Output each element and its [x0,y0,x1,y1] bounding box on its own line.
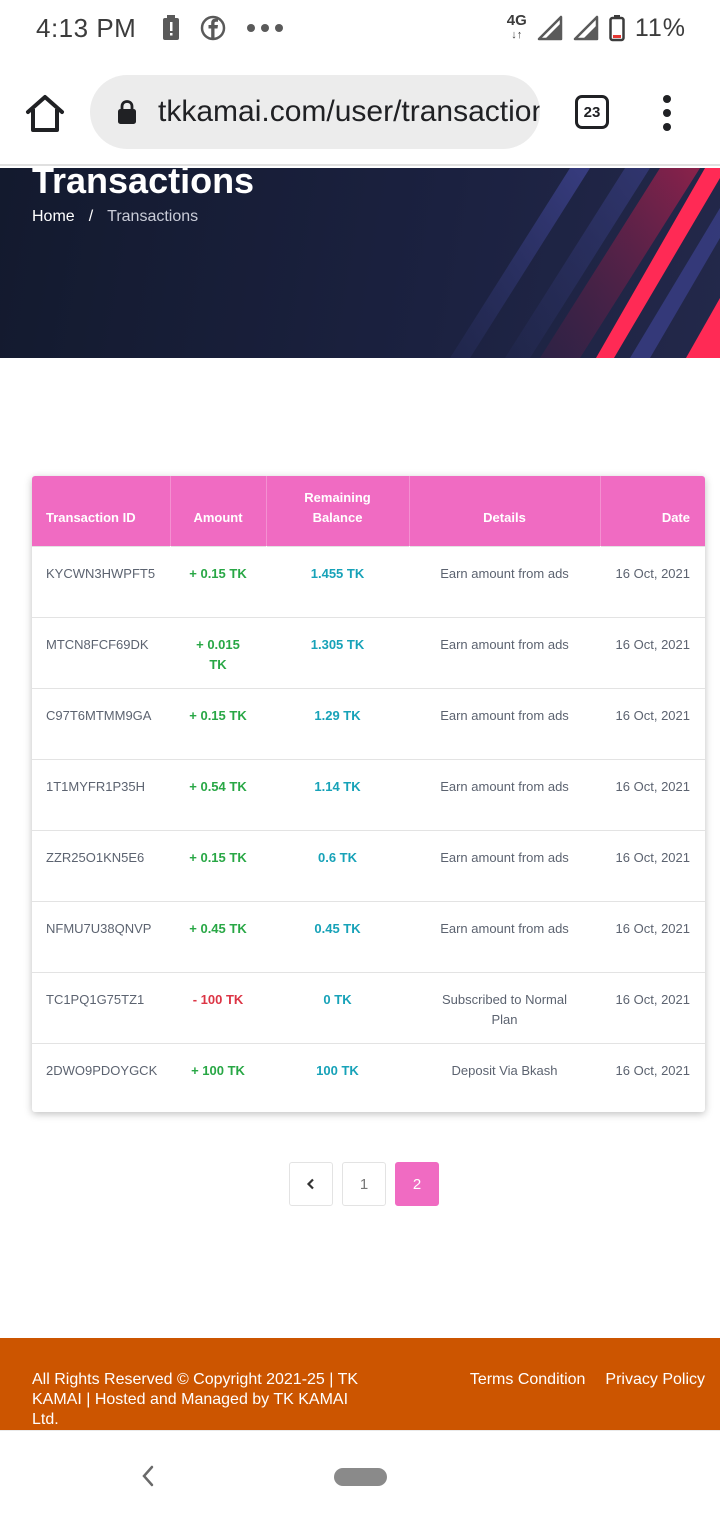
tab-count: 23 [583,103,601,121]
data-arrows-icon: ↓↑ [511,29,523,41]
battery-alert-icon [163,15,180,40]
pagination: 1 2 [289,1162,439,1206]
cell-transaction-id: TC1PQ1G75TZ1 [32,971,170,1043]
facebook-icon [201,15,226,41]
cell-date: 16 Oct, 2021 [600,829,705,901]
cell-details: Earn amount from ads [409,900,600,972]
cell-details: Subscribed to Normal Plan [409,971,600,1043]
home-gesture-pill[interactable] [334,1468,387,1486]
cell-date: 16 Oct, 2021 [600,545,705,617]
cell-details: Earn amount from ads [409,687,600,759]
header-remaining-balance: Remaining Balance [266,476,410,546]
transactions-table: Transaction ID Amount Remaining Balance … [32,476,705,1112]
breadcrumb: Home / Transactions [32,208,198,226]
header-details: Details [409,476,601,546]
cell-balance: 100 TK [266,1042,409,1112]
table-row: 1T1MYFR1P35H + 0.54 TK 1.14 TK Earn amou… [32,758,705,830]
cell-transaction-id: ZZR25O1KN5E6 [32,829,170,901]
breadcrumb-home-link[interactable]: Home [32,208,75,226]
cell-date: 16 Oct, 2021 [600,687,705,759]
cell-balance: 0.45 TK [266,900,409,972]
status-system-icons: 4G ↓↑ 11% [507,0,686,56]
url-text: tkkamai.com/user/transactions [158,95,540,128]
table-body: KYCWN3HWPFT5 + 0.15 TK 1.455 TK Earn amo… [32,545,705,1112]
pagination-page-2[interactable]: 2 [395,1162,439,1206]
cell-balance: 0.6 TK [266,829,409,901]
lock-icon [118,100,136,124]
cell-transaction-id: MTCN8FCF69DK [32,616,170,688]
table-row: KYCWN3HWPFT5 + 0.15 TK 1.455 TK Earn amo… [32,545,705,617]
table-row: NFMU7U38QNVP + 0.45 TK 0.45 TK Earn amou… [32,900,705,972]
cell-transaction-id: KYCWN3HWPFT5 [32,545,170,617]
battery-percent: 11% [634,13,686,42]
table-row: TC1PQ1G75TZ1 - 100 TK 0 TK Subscribed to… [32,971,705,1043]
cell-amount: + 0.54 TK [170,758,266,830]
cell-date: 16 Oct, 2021 [600,971,705,1043]
status-time: 4:13 PM [36,12,137,43]
cell-balance: 1.29 TK [266,687,409,759]
breadcrumb-current: Transactions [107,208,199,225]
network-type: 4G ↓↑ [506,12,527,41]
more-dots-icon [247,24,284,32]
cell-details: Deposit Via Bkash [409,1042,600,1112]
table-row: 2DWO9PDOYGCK + 100 TK 100 TK Deposit Via… [32,1042,705,1112]
header-transaction-id: Transaction ID [32,476,171,546]
cell-amount: + 0.15 TK [170,829,266,901]
cell-amount: + 0.45 TK [170,900,266,972]
status-bar: 4:13 PM 4G ↓↑ 11% [0,0,720,56]
status-notification-icons [162,15,284,41]
cell-balance: 0 TK [266,971,409,1043]
pagination-prev-button[interactable] [289,1162,333,1206]
cell-transaction-id: C97T6MTMM9GA [32,687,170,759]
back-icon[interactable] [140,1465,156,1487]
menu-icon[interactable] [660,94,674,132]
cell-amount: + 100 TK [170,1042,266,1112]
signal-icon-2 [573,15,599,41]
cell-balance: 1.305 TK [266,616,409,688]
table-header-row: Transaction ID Amount Remaining Balance … [32,476,705,546]
browser-toolbar: tkkamai.com/user/transactions 23 [0,56,720,166]
cell-date: 16 Oct, 2021 [600,616,705,688]
address-bar[interactable]: tkkamai.com/user/transactions [90,75,540,149]
privacy-policy-link[interactable]: Privacy Policy [605,1370,705,1390]
page-title: Transactions [32,168,255,201]
battery-icon [609,15,625,42]
cell-details: Earn amount from ads [409,758,600,830]
table-row: ZZR25O1KN5E6 + 0.15 TK 0.6 TK Earn amoun… [32,829,705,901]
cell-details: Earn amount from ads [409,829,600,901]
signal-icon [537,15,563,41]
pagination-page-1[interactable]: 1 [342,1162,386,1206]
cell-amount: - 100 TK [170,971,266,1043]
system-nav-bar [0,1430,720,1520]
cell-date: 16 Oct, 2021 [600,758,705,830]
cell-balance: 1.455 TK [266,545,409,617]
page-hero: Transactions Home / Transactions [0,168,720,358]
footer-copyright: All Rights Reserved © Copyright 2021-25 … [32,1371,359,1428]
cell-transaction-id: NFMU7U38QNVP [32,900,170,972]
cell-amount: + 0.15 TK [170,545,266,617]
site-footer: All Rights Reserved © Copyright 2021-25 … [0,1338,720,1430]
cell-details: Earn amount from ads [409,545,600,617]
footer-links: Terms Condition Privacy Policy [470,1370,705,1390]
header-date: Date [661,509,690,525]
table-row: C97T6MTMM9GA + 0.15 TK 1.29 TK Earn amou… [32,687,705,759]
cell-transaction-id: 1T1MYFR1P35H [32,758,170,830]
cell-transaction-id: 2DWO9PDOYGCK [32,1042,170,1112]
header-amount: Amount [170,476,267,546]
table-row: MTCN8FCF69DK + 0.015 TK 1.305 TK Earn am… [32,616,705,688]
cell-date: 16 Oct, 2021 [600,900,705,972]
cell-date: 16 Oct, 2021 [600,1042,705,1112]
cell-amount: + 0.15 TK [170,687,266,759]
cell-balance: 1.14 TK [266,758,409,830]
terms-condition-link[interactable]: Terms Condition [470,1370,586,1390]
breadcrumb-separator: / [88,208,94,225]
transactions-table-card: Transaction ID Amount Remaining Balance … [32,476,705,1112]
tabs-icon[interactable]: 23 [575,95,609,129]
chevron-left-icon [306,1178,314,1190]
cell-details: Earn amount from ads [409,616,600,688]
cell-amount: + 0.015 TK [170,616,266,688]
home-icon[interactable] [24,92,66,134]
